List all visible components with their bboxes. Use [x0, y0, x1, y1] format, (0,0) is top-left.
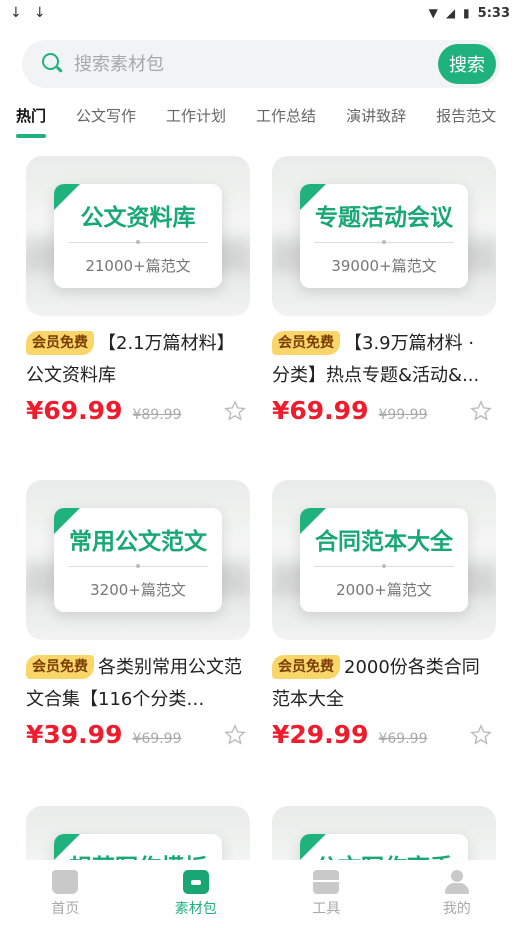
search-input[interactable]: [74, 53, 500, 75]
signal-icon: ◢: [445, 6, 456, 20]
category-tabs: 热门 公文写作 工作计划 工作总结 演讲致辞 报告范文: [0, 104, 522, 144]
product-cover: 专题活动会议 39000+篇范文: [272, 156, 496, 316]
toolbox-icon: [313, 870, 340, 894]
tab-speech[interactable]: 演讲致辞: [346, 104, 406, 138]
original-price: ¥69.99: [132, 731, 182, 747]
price: ¥69.99: [272, 396, 369, 425]
download-icon: ↓: [33, 5, 46, 21]
corner-tag: [54, 184, 80, 210]
product-card[interactable]: 合同范本大全 2000+篇范文 会员免费 2000份各类合同范本大全 ¥29.99…: [272, 480, 496, 754]
product-info: 会员免费 各类别常用公文范文合集【116个分类…: [26, 652, 250, 716]
tab-work-plan[interactable]: 工作计划: [166, 104, 226, 138]
product-card[interactable]: 专题活动会议 39000+篇范文 会员免费 【3.9万篇材料 · 分类】热点专题&…: [272, 156, 496, 430]
status-bar: ↓ ↓ ▼ ◢ ▮ 5:33: [0, 0, 522, 26]
price: ¥29.99: [272, 720, 369, 749]
user-icon: [444, 870, 470, 894]
product-cover: 常用公文范文 3200+篇范文: [26, 480, 250, 640]
corner-tag: [54, 508, 80, 534]
star-icon[interactable]: [470, 724, 492, 746]
divider: [68, 240, 208, 244]
product-cover: 公文写作高手: [272, 806, 496, 860]
price-row: ¥39.99 ¥69.99: [26, 720, 250, 754]
status-time: 5:33: [477, 5, 510, 21]
star-icon[interactable]: [470, 400, 492, 422]
price-row: ¥69.99 ¥99.99: [272, 396, 496, 430]
cover-subtitle: 3200+篇范文: [90, 581, 186, 599]
corner-tag: [300, 834, 326, 860]
product-card[interactable]: 规范写作模板: [26, 806, 250, 860]
tab-official-writing[interactable]: 公文写作: [76, 104, 136, 138]
search-button[interactable]: 搜索: [438, 44, 496, 84]
member-free-badge: 会员免费: [272, 331, 340, 355]
tabbar-materials[interactable]: 素材包: [146, 870, 246, 918]
search-bar[interactable]: 搜索: [22, 40, 500, 88]
tabbar-mine[interactable]: 我的: [407, 870, 507, 918]
cover-subtitle: 21000+篇范文: [85, 257, 191, 275]
original-price: ¥69.99: [378, 731, 428, 747]
product-info: 会员免费 2000份各类合同范本大全: [272, 652, 496, 716]
product-card[interactable]: 公文写作高手: [272, 806, 496, 860]
corner-tag: [54, 834, 80, 860]
star-icon[interactable]: [224, 400, 246, 422]
cover-subtitle: 2000+篇范文: [336, 581, 432, 599]
download-icon: ↓: [10, 5, 22, 21]
product-cover: 公文资料库 21000+篇范文: [26, 156, 250, 316]
price-row: ¥29.99 ¥69.99: [272, 720, 496, 754]
tabbar-home[interactable]: 首页: [15, 870, 115, 918]
tabbar-label: 我的: [442, 901, 471, 917]
product-info: 会员免费 【3.9万篇材料 · 分类】热点专题&活动&...: [272, 328, 496, 392]
tab-work-summary[interactable]: 工作总结: [256, 104, 316, 138]
product-cover: 合同范本大全 2000+篇范文: [272, 480, 496, 640]
divider: [314, 240, 454, 244]
divider: [68, 564, 208, 568]
star-icon[interactable]: [224, 724, 246, 746]
product-cover: 规范写作模板: [26, 806, 250, 860]
price-row: ¥69.99 ¥89.99: [26, 396, 250, 430]
search-icon: [42, 53, 64, 75]
divider: [314, 564, 454, 568]
battery-icon: ▮: [463, 6, 470, 20]
member-free-badge: 会员免费: [26, 331, 94, 355]
original-price: ¥99.99: [378, 407, 428, 423]
status-right: ▼ ◢ ▮ 5:33: [429, 6, 510, 21]
cover-subtitle: 39000+篇范文: [331, 257, 437, 275]
original-price: ¥89.99: [132, 407, 182, 423]
folder-icon: [182, 870, 209, 894]
tabbar-tools[interactable]: 工具: [276, 870, 376, 918]
corner-tag: [300, 508, 326, 534]
product-card[interactable]: 公文资料库 21000+篇范文 会员免费 【2.1万篇材料】公文资料库 ¥69.9…: [26, 156, 250, 430]
product-info: 会员免费 【2.1万篇材料】公文资料库: [26, 328, 250, 392]
tabbar-label: 首页: [51, 901, 80, 917]
tabbar-label: 素材包: [174, 901, 217, 917]
tab-hot[interactable]: 热门: [16, 104, 47, 138]
member-free-badge: 会员免费: [272, 655, 340, 679]
status-left: ↓ ↓: [10, 5, 54, 21]
tab-report[interactable]: 报告范文: [436, 104, 496, 138]
price: ¥69.99: [26, 396, 123, 425]
product-card[interactable]: 常用公文范文 3200+篇范文 会员免费 各类别常用公文范文合集【116个分类… …: [26, 480, 250, 754]
wifi-icon: ▼: [428, 6, 438, 20]
tabbar-label: 工具: [312, 901, 341, 917]
price: ¥39.99: [26, 720, 123, 749]
home-icon: [52, 870, 79, 894]
bottom-tab-bar: 首页 素材包 工具 我的: [0, 860, 522, 928]
member-free-badge: 会员免费: [26, 655, 94, 679]
corner-tag: [300, 184, 326, 210]
